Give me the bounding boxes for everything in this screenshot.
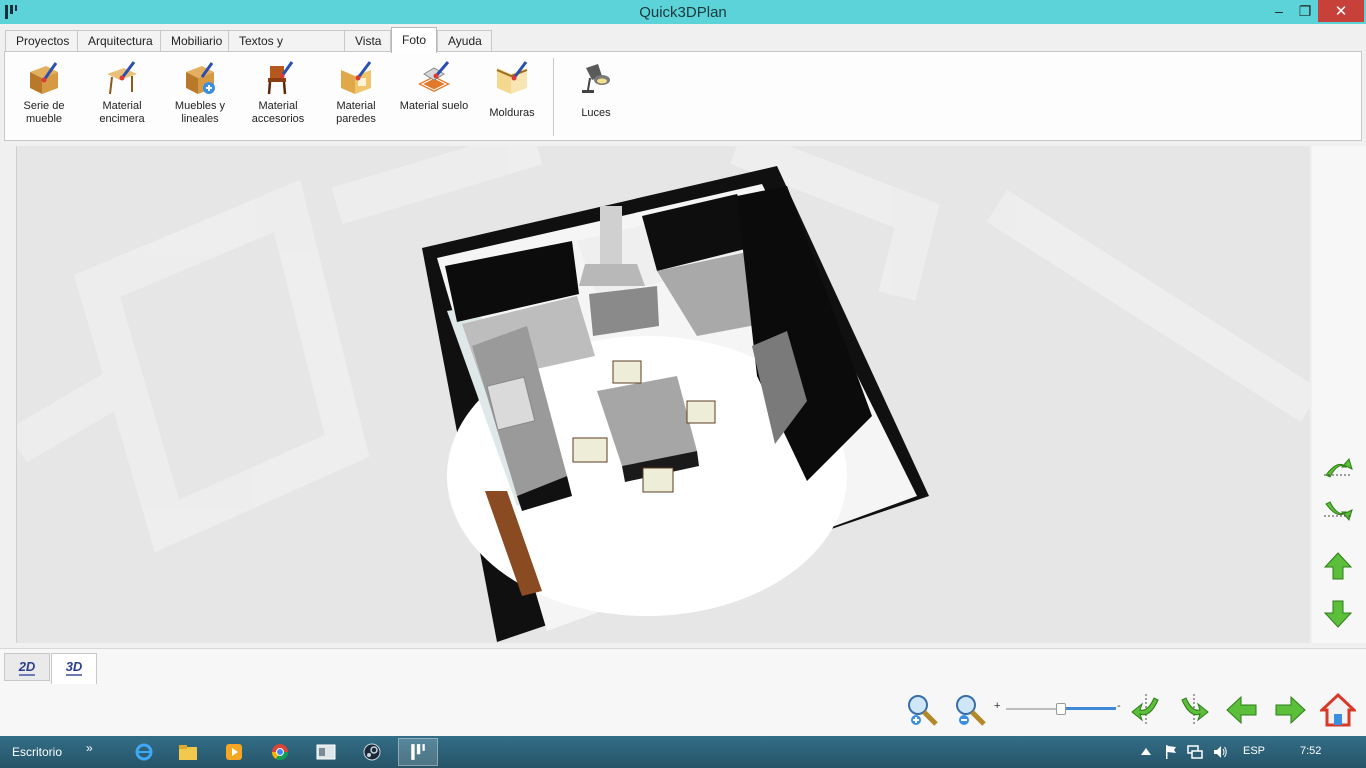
explorer-taskbar-button[interactable]	[168, 738, 208, 766]
action-center-flag-icon[interactable]	[1164, 744, 1178, 760]
media-player-taskbar-button[interactable]	[214, 738, 254, 766]
wall-brush-icon	[341, 61, 372, 94]
maximize-button[interactable]: ❐	[1292, 0, 1318, 22]
tab-2d-label: 2D	[18, 659, 36, 676]
luces-button[interactable]: Luces	[559, 58, 633, 136]
home-icon[interactable]	[1320, 692, 1356, 728]
minimize-button[interactable]: –	[1266, 0, 1292, 22]
windows-taskbar: Escritorio » ESP 7:52	[0, 736, 1366, 768]
steam-taskbar-button[interactable]	[352, 738, 392, 766]
slider-plus-label: +	[994, 700, 1001, 712]
window-app-taskbar-button[interactable]	[306, 738, 346, 766]
cabinet-brush-icon	[30, 62, 58, 94]
countertop-brush-icon	[107, 61, 137, 95]
pan-right-icon[interactable]	[1272, 692, 1308, 728]
cabinet-add-icon	[186, 62, 215, 94]
3d-viewport[interactable]	[16, 146, 1310, 643]
tab-3d[interactable]: 3D	[51, 653, 97, 685]
pan-left-icon[interactable]	[1224, 692, 1260, 728]
material-paredes-button[interactable]: Material paredes	[319, 58, 393, 136]
language-indicator[interactable]: ESP	[1243, 745, 1265, 757]
quick3dplan-taskbar-button[interactable]	[398, 738, 438, 766]
zoom-out-icon[interactable]	[952, 692, 988, 728]
window-title: Quick3DPlan	[639, 3, 727, 21]
tool-label: Luces	[581, 107, 611, 119]
quick3dplan-icon	[411, 744, 425, 760]
tab-vista[interactable]: Vista	[344, 30, 391, 52]
serie-de-mueble-button[interactable]: Serie de mueble	[7, 58, 81, 136]
tab-mobiliario[interactable]: Mobiliario	[160, 30, 229, 52]
lamp-icon	[582, 64, 610, 93]
steam-icon	[363, 743, 381, 761]
volume-icon[interactable]	[1212, 744, 1228, 760]
chrome-taskbar-button[interactable]	[260, 738, 300, 766]
tab-proyectos[interactable]: Proyectos	[5, 30, 78, 52]
tilt-up-icon[interactable]	[1322, 449, 1354, 481]
tab-2d[interactable]: 2D	[4, 653, 50, 681]
camera-nav-panel	[1312, 146, 1366, 643]
muebles-y-lineales-button[interactable]: Muebles y lineales	[163, 58, 237, 136]
bottom-toolbar: + -	[0, 684, 1366, 736]
tool-label: Material suelo	[399, 100, 469, 112]
slider-thumb[interactable]	[1056, 703, 1066, 715]
ribbon-panel: Serie de mueble Material encimera Mueble…	[4, 51, 1362, 141]
show-hidden-icons-icon[interactable]	[1140, 746, 1152, 758]
chrome-icon	[271, 744, 289, 761]
tab-foto[interactable]: Foto	[391, 27, 437, 53]
network-icon[interactable]	[1186, 744, 1204, 760]
app-logo-icon	[5, 5, 17, 19]
rotate-right-icon[interactable]	[1176, 692, 1212, 728]
chair-brush-icon	[267, 61, 294, 95]
internet-explorer-icon	[135, 743, 153, 761]
tab-textos-y-contornos[interactable]: Textos y contornos	[228, 30, 345, 68]
view-mode-tabs: 2D 3D	[0, 648, 1366, 685]
move-up-icon[interactable]	[1322, 550, 1354, 582]
material-accesorios-button[interactable]: Material accesorios	[241, 58, 315, 136]
tab-ayuda[interactable]: Ayuda	[437, 30, 492, 52]
ie-taskbar-button[interactable]	[124, 738, 164, 766]
material-encimera-button[interactable]: Material encimera	[85, 58, 159, 136]
material-suelo-button[interactable]: Material suelo	[397, 58, 471, 136]
media-player-icon	[226, 744, 242, 760]
slider-fill	[1066, 707, 1116, 710]
title-bar: Quick3DPlan – ❐ ✕	[0, 0, 1366, 24]
molduras-button[interactable]: Molduras	[475, 58, 549, 136]
slider-track	[1006, 708, 1056, 710]
ribbon-tabs: Proyectos Arquitectura Mobiliario Textos…	[0, 24, 1366, 68]
tool-label: Serie de mueble	[23, 100, 65, 125]
desktop-toolbar-label[interactable]: Escritorio	[12, 745, 62, 759]
window-app-icon	[316, 744, 336, 760]
tool-label: Material accesorios	[251, 100, 305, 125]
folder-icon	[179, 745, 197, 760]
tab-arquitectura[interactable]: Arquitectura	[77, 30, 161, 52]
clock[interactable]: 7:52	[1300, 745, 1321, 757]
tool-label: Molduras	[489, 107, 535, 119]
zoom-slider[interactable]	[1006, 702, 1116, 716]
tilt-down-icon[interactable]	[1322, 498, 1354, 530]
rotate-left-icon[interactable]	[1128, 692, 1164, 728]
tool-label: Material encimera	[99, 100, 145, 125]
tool-label: Material paredes	[336, 100, 376, 125]
desktop-toolbar-chevron[interactable]: »	[86, 741, 93, 755]
tool-label: Muebles y lineales	[174, 100, 226, 125]
move-down-icon[interactable]	[1322, 598, 1354, 630]
slider-minus-label: -	[1117, 700, 1121, 712]
close-button[interactable]: ✕	[1318, 0, 1364, 22]
zoom-in-icon[interactable]	[904, 692, 940, 728]
kitchen-3d-render[interactable]	[17, 146, 1310, 643]
tab-3d-label: 3D	[65, 659, 83, 676]
floor-brush-icon	[418, 61, 450, 92]
ribbon-separator	[553, 58, 554, 136]
molding-brush-icon	[496, 61, 528, 94]
